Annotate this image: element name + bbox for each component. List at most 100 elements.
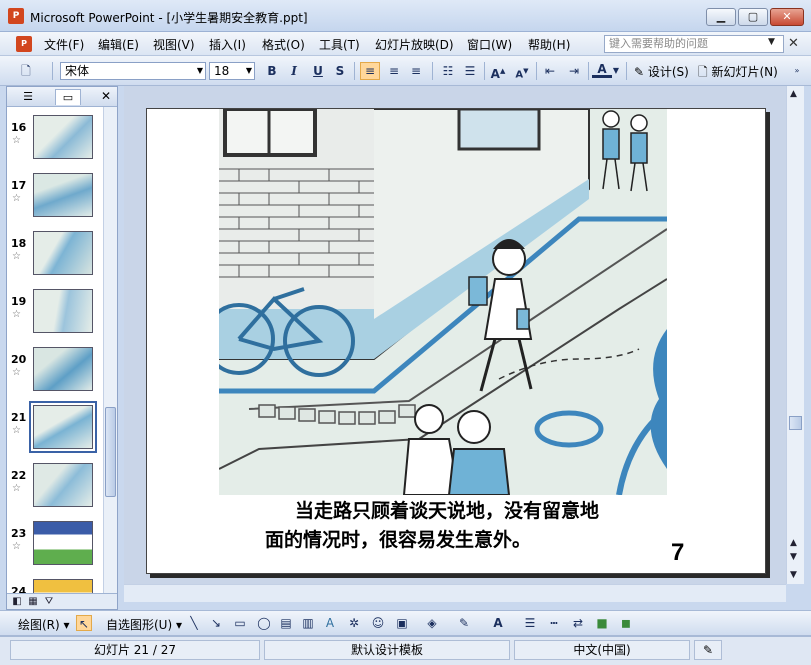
slideshow-icon[interactable]: ⛛ xyxy=(42,595,56,609)
thumbnail-number: 17 xyxy=(11,179,27,192)
design-label: 设计(S) xyxy=(647,65,689,79)
line-tool-icon[interactable]: ╲ xyxy=(186,615,202,631)
tab-outline[interactable]: ☰ xyxy=(15,89,41,105)
shadow-style-icon[interactable]: ■ xyxy=(594,615,610,631)
slide-thumbnail[interactable]: 20 ☆ xyxy=(7,347,103,405)
menu-edit[interactable]: 编辑(E) xyxy=(98,36,139,53)
scrollbar-thumb[interactable] xyxy=(105,407,116,497)
slide-thumbnail[interactable]: 23 ☆ xyxy=(7,521,103,579)
caption-line-2: 面的情况时，很容易发生意外。 xyxy=(265,529,532,551)
maximize-button[interactable]: ▢ xyxy=(738,8,768,26)
wordart-icon[interactable]: A xyxy=(322,615,338,631)
new-document-icon[interactable]: 🗋 xyxy=(16,62,36,80)
font-name-select[interactable]: 宋体 ▼ xyxy=(60,62,206,80)
slide-thumbnail[interactable]: 18 ☆ xyxy=(7,231,103,289)
bold-icon[interactable]: B xyxy=(262,62,282,80)
autoshapes-menu-button[interactable]: 自选图形(U) ▾ xyxy=(106,616,182,633)
thumbnail-number: 18 xyxy=(11,237,27,250)
slide-vertical-scrollbar[interactable]: ▲ ▲ ▼ ▼ xyxy=(786,86,804,584)
menu-insert[interactable]: 插入(I) xyxy=(209,36,246,53)
fill-color-icon[interactable]: ◈ xyxy=(424,615,440,631)
font-color-icon[interactable]: A xyxy=(592,62,612,78)
previous-slide-icon[interactable]: ▲ xyxy=(790,538,797,548)
scroll-down-icon[interactable]: ▼ xyxy=(790,570,797,580)
italic-icon[interactable]: I xyxy=(284,62,304,80)
slide-thumbnail[interactable]: 16 ☆ xyxy=(7,115,103,173)
document-icon[interactable]: P xyxy=(16,36,32,52)
clipart-icon[interactable]: ☺ xyxy=(370,615,386,631)
menu-slideshow[interactable]: 幻灯片放映(D) xyxy=(375,36,454,53)
menu-file[interactable]: 文件(F) xyxy=(44,36,84,53)
toolbar-separator xyxy=(536,62,537,80)
slide-thumbnail[interactable]: 19 ☆ xyxy=(7,289,103,347)
menu-format[interactable]: 格式(O) xyxy=(262,36,305,53)
arrow-style-icon[interactable]: ⇄ xyxy=(570,615,586,631)
slide-canvas-area: 当走路只顾着谈天说地，没有留意地 面的情况时，很容易发生意外。 7 xyxy=(124,86,786,584)
menu-bar: P 文件(F) 编辑(E) 视图(V) 插入(I) 格式(O) 工具(T) 幻灯… xyxy=(0,32,811,56)
menu-view[interactable]: 视图(V) xyxy=(153,36,195,53)
scrollbar-thumb[interactable] xyxy=(789,416,802,430)
minimize-button[interactable]: ▁ xyxy=(706,8,736,26)
arrow-tool-icon[interactable]: ↘ xyxy=(208,615,224,631)
bullets-icon[interactable]: ☰ xyxy=(460,62,480,80)
menu-window[interactable]: 窗口(W) xyxy=(467,36,512,53)
numbering-icon[interactable]: ☷ xyxy=(438,62,458,80)
rectangle-tool-icon[interactable]: ▭ xyxy=(232,615,248,631)
align-right-icon[interactable]: ≡ xyxy=(406,62,426,80)
normal-view-icon[interactable]: ◧ xyxy=(10,595,24,609)
horizontal-scrollbar[interactable] xyxy=(124,584,786,602)
help-search-input[interactable]: 键入需要帮助的问题 xyxy=(604,35,784,53)
font-size-select[interactable]: 18 ▼ xyxy=(209,62,255,80)
chevron-down-icon[interactable]: ▼ xyxy=(610,62,622,80)
diagram-icon[interactable]: ✲ xyxy=(346,615,362,631)
pane-tabs: ☰ ▭ ✕ xyxy=(7,87,117,107)
transition-star-icon: ☆ xyxy=(12,135,21,146)
close-document-icon[interactable]: ✕ xyxy=(788,36,799,51)
3d-style-icon[interactable]: ◼ xyxy=(618,615,634,631)
transition-star-icon: ☆ xyxy=(12,193,21,204)
line-color-icon[interactable]: ✎ xyxy=(456,615,472,631)
increase-font-size-icon[interactable]: A▲ xyxy=(488,62,508,81)
thumbnail-number: 22 xyxy=(11,469,27,482)
align-center-icon[interactable]: ≡ xyxy=(384,62,404,80)
select-pointer-icon[interactable]: ↖ xyxy=(76,615,92,631)
align-left-icon[interactable]: ≡ xyxy=(360,62,380,80)
line-style-icon[interactable]: ☰ xyxy=(522,615,538,631)
shadow-icon[interactable]: S xyxy=(330,62,350,80)
oval-tool-icon[interactable]: ◯ xyxy=(256,615,272,631)
close-pane-icon[interactable]: ✕ xyxy=(101,89,111,103)
powerpoint-icon[interactable]: P xyxy=(8,8,24,24)
design-button[interactable]: ✎ 设计(S) xyxy=(634,63,689,80)
underline-icon[interactable]: U xyxy=(308,62,328,80)
chevron-down-icon[interactable]: ▼ xyxy=(768,37,775,47)
scroll-up-icon[interactable]: ▲ xyxy=(790,89,797,99)
font-color-icon[interactable]: A xyxy=(490,615,506,631)
draw-menu-button[interactable]: 绘图(R) ▾ xyxy=(18,616,70,633)
slides-pane-scrollbar[interactable] xyxy=(103,107,117,593)
menu-help[interactable]: 帮助(H) xyxy=(528,36,570,53)
toolbar-options-icon[interactable]: » xyxy=(790,62,804,80)
current-slide[interactable]: 当走路只顾着谈天说地，没有留意地 面的情况时，很容易发生意外。 7 xyxy=(146,108,766,574)
vertical-textbox-icon[interactable]: ▥ xyxy=(300,615,316,631)
next-slide-icon[interactable]: ▼ xyxy=(790,552,797,562)
decrease-font-size-icon[interactable]: A▼ xyxy=(512,62,532,80)
slides-pane: ☰ ▭ ✕ 16 ☆ 17 ☆ 18 ☆ 19 ☆ 20 ☆ 21 ☆ 22 ☆… xyxy=(6,86,118,610)
new-slide-button[interactable]: 🗋 新幻灯片(N) xyxy=(698,63,778,84)
close-button[interactable]: ✕ xyxy=(770,8,804,26)
increase-indent-icon[interactable]: ⇥ xyxy=(564,62,584,80)
dash-style-icon[interactable]: ┅ xyxy=(546,615,562,631)
chevron-down-icon: ▼ xyxy=(196,66,203,75)
transition-star-icon: ☆ xyxy=(12,541,21,552)
menu-tools[interactable]: 工具(T) xyxy=(319,36,360,53)
slide-thumbnail[interactable]: 22 ☆ xyxy=(7,463,103,521)
spelling-check-icon[interactable]: ✎ xyxy=(694,640,722,660)
slide-illustration[interactable] xyxy=(219,109,667,495)
insert-picture-icon[interactable]: ▣ xyxy=(394,615,410,631)
textbox-tool-icon[interactable]: ▤ xyxy=(278,615,294,631)
tab-slides[interactable]: ▭ xyxy=(55,89,81,105)
slide-sorter-icon[interactable]: ▦ xyxy=(26,595,40,609)
slide-thumbnail[interactable]: 17 ☆ xyxy=(7,173,103,231)
slide-caption-textbox[interactable]: 当走路只顾着谈天说地，没有留意地 面的情况时，很容易发生意外。 xyxy=(265,497,695,555)
decrease-indent-icon[interactable]: ⇤ xyxy=(540,62,560,80)
slide-thumbnail-selected[interactable]: 21 ☆ xyxy=(7,401,103,463)
